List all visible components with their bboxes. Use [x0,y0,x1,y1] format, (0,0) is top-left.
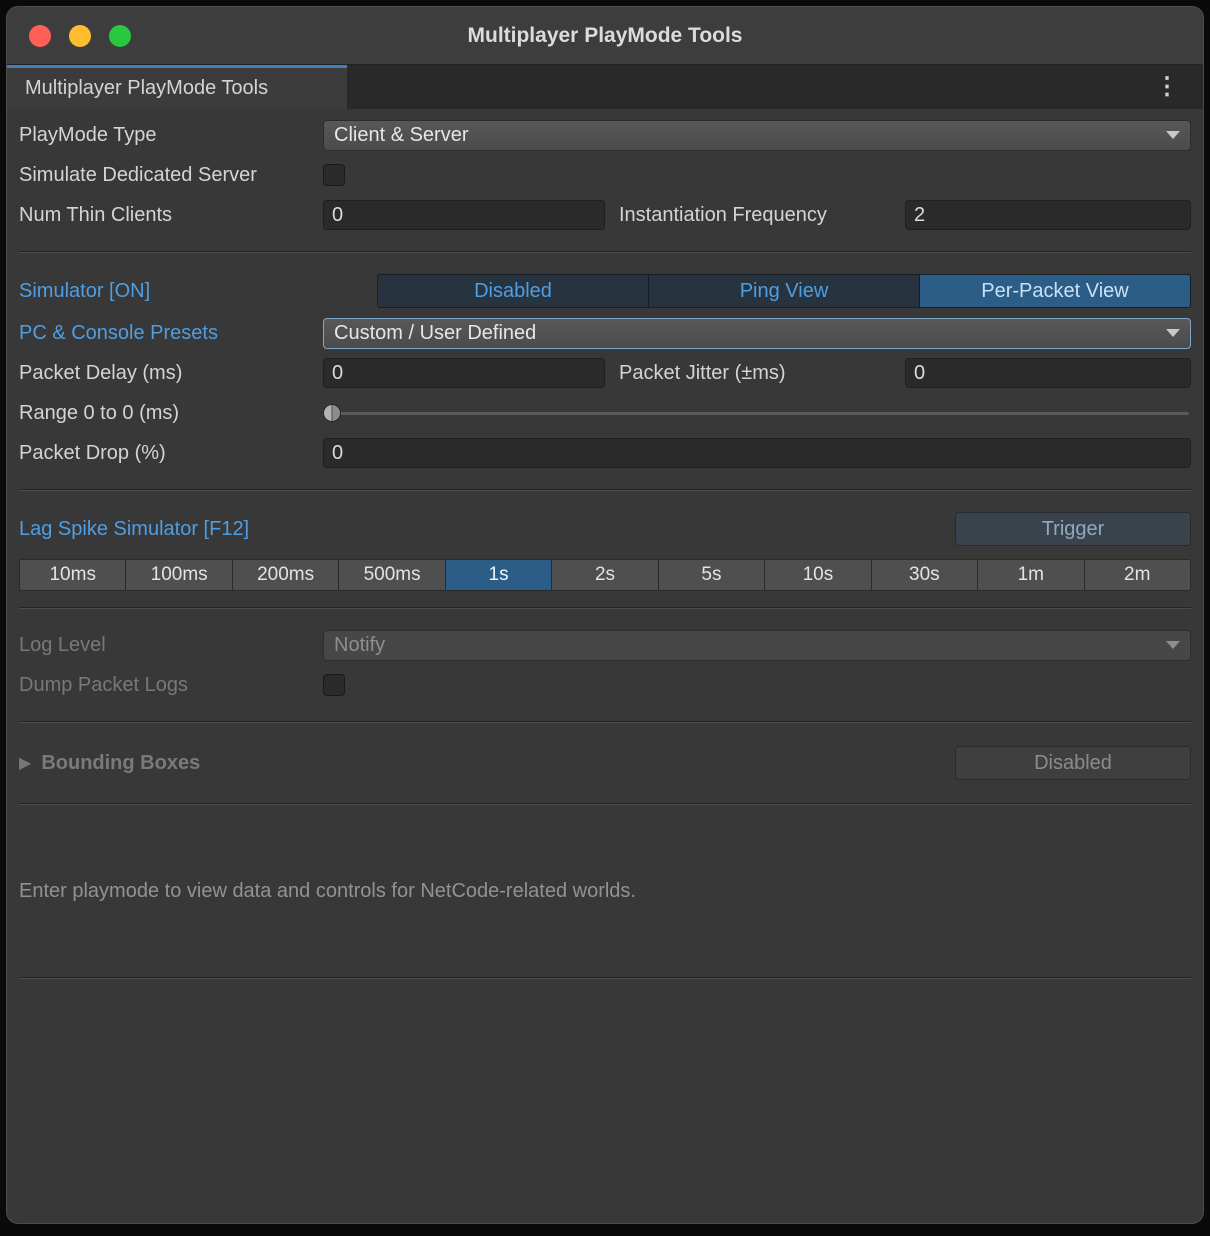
slider-track[interactable] [327,412,1189,415]
num-thin-clients-input[interactable] [323,200,605,230]
simulator-mode-row: Simulator [ON] Disabled Ping View Per-Pa… [19,269,1191,313]
simulator-mode-ping-view[interactable]: Ping View [648,274,920,308]
window-controls [29,25,131,47]
log-level-row: Log Level Notify [19,625,1191,665]
bounding-boxes-foldout[interactable]: ▶ Bounding Boxes [19,752,200,775]
chevron-down-icon [1166,329,1180,337]
foldout-arrow-icon: ▶ [19,753,31,773]
duration-10s-button[interactable]: 10s [764,559,871,591]
simulate-dedicated-server-label: Simulate Dedicated Server [19,164,323,187]
section-divider [19,607,1191,609]
duration-1s-button[interactable]: 1s [445,559,552,591]
simulator-mode-disabled[interactable]: Disabled [377,274,649,308]
presets-value: Custom / User Defined [334,322,536,345]
slider-thumb[interactable] [323,404,341,422]
duration-2m-button[interactable]: 2m [1084,559,1191,591]
presets-dropdown[interactable]: Custom / User Defined [323,318,1191,349]
playmode-type-label: PlayMode Type [19,124,323,147]
packet-jitter-input[interactable] [905,358,1191,388]
dump-packet-logs-row: Dump Packet Logs [19,665,1191,705]
section-divider [19,721,1191,723]
simulator-mode-segments: Disabled Ping View Per-Packet View [377,274,1191,308]
duration-500ms-button[interactable]: 500ms [338,559,445,591]
duration-1m-button[interactable]: 1m [977,559,1084,591]
window-title: Multiplayer PlayMode Tools [468,24,743,48]
section-divider [19,489,1191,491]
packet-jitter-label: Packet Jitter (±ms) [605,362,905,385]
packet-drop-input[interactable] [323,438,1191,468]
packet-delay-input[interactable] [323,358,605,388]
instantiation-frequency-label: Instantiation Frequency [605,204,905,227]
duration-200ms-button[interactable]: 200ms [232,559,339,591]
tab-multiplayer-playmode-tools[interactable]: Multiplayer PlayMode Tools [7,65,347,109]
trigger-button[interactable]: Trigger [955,512,1191,546]
chevron-down-icon [1166,131,1180,139]
log-level-dropdown[interactable]: Notify [323,630,1191,661]
playmode-type-row: PlayMode Type Client & Server [19,115,1191,155]
more-menu-icon[interactable]: ⋮ [1131,75,1203,99]
simulator-mode-per-packet-view[interactable]: Per-Packet View [919,274,1191,308]
tab-bar: Multiplayer PlayMode Tools ⋮ [7,65,1203,109]
duration-30s-button[interactable]: 30s [871,559,978,591]
dump-packet-logs-checkbox[interactable] [323,674,345,696]
content-area: PlayMode Type Client & Server Simulate D… [7,109,1203,979]
playmode-type-value: Client & Server [334,124,469,147]
packet-delay-label: Packet Delay (ms) [19,362,323,385]
lag-spike-header: Lag Spike Simulator [F12] Trigger [19,507,1191,551]
simulate-dedicated-server-row: Simulate Dedicated Server [19,155,1191,195]
log-level-label: Log Level [19,634,323,657]
packet-drop-row: Packet Drop (%) [19,433,1191,473]
presets-row: PC & Console Presets Custom / User Defin… [19,313,1191,353]
multiplayer-playmode-tools-window: Multiplayer PlayMode Tools Multiplayer P… [6,6,1204,1224]
log-level-value: Notify [334,634,385,657]
playmode-type-dropdown[interactable]: Client & Server [323,120,1191,151]
maximize-button[interactable] [109,25,131,47]
simulate-dedicated-server-checkbox[interactable] [323,164,345,186]
bounding-boxes-row: ▶ Bounding Boxes Disabled [19,739,1191,787]
duration-10ms-button[interactable]: 10ms [19,559,126,591]
tab-label: Multiplayer PlayMode Tools [25,77,268,100]
help-text: Enter playmode to view data and controls… [19,880,636,903]
close-button[interactable] [29,25,51,47]
presets-label: PC & Console Presets [19,322,323,345]
range-label: Range 0 to 0 (ms) [19,402,323,425]
title-bar: Multiplayer PlayMode Tools [7,7,1203,65]
packet-drop-label: Packet Drop (%) [19,442,323,465]
range-slider[interactable] [323,402,1191,424]
section-divider [19,251,1191,253]
instantiation-frequency-input[interactable] [905,200,1191,230]
duration-5s-button[interactable]: 5s [658,559,765,591]
packet-delay-row: Packet Delay (ms) Packet Jitter (±ms) [19,353,1191,393]
range-row: Range 0 to 0 (ms) [19,393,1191,433]
dump-packet-logs-label: Dump Packet Logs [19,674,323,697]
chevron-down-icon [1166,641,1180,649]
lag-spike-heading: Lag Spike Simulator [F12] [19,518,249,541]
bounding-boxes-label: Bounding Boxes [41,752,200,775]
num-thin-clients-label: Num Thin Clients [19,204,323,227]
lag-spike-durations: 10ms 100ms 200ms 500ms 1s 2s 5s 10s 30s … [19,559,1191,591]
simulator-heading: Simulator [ON] [19,280,377,303]
bounding-boxes-state-button[interactable]: Disabled [955,746,1191,780]
minimize-button[interactable] [69,25,91,47]
duration-100ms-button[interactable]: 100ms [125,559,232,591]
section-divider [19,977,1191,979]
duration-2s-button[interactable]: 2s [551,559,658,591]
thin-clients-row: Num Thin Clients Instantiation Frequency [19,195,1191,235]
section-divider [19,803,1191,805]
help-section: Enter playmode to view data and controls… [19,821,1191,961]
